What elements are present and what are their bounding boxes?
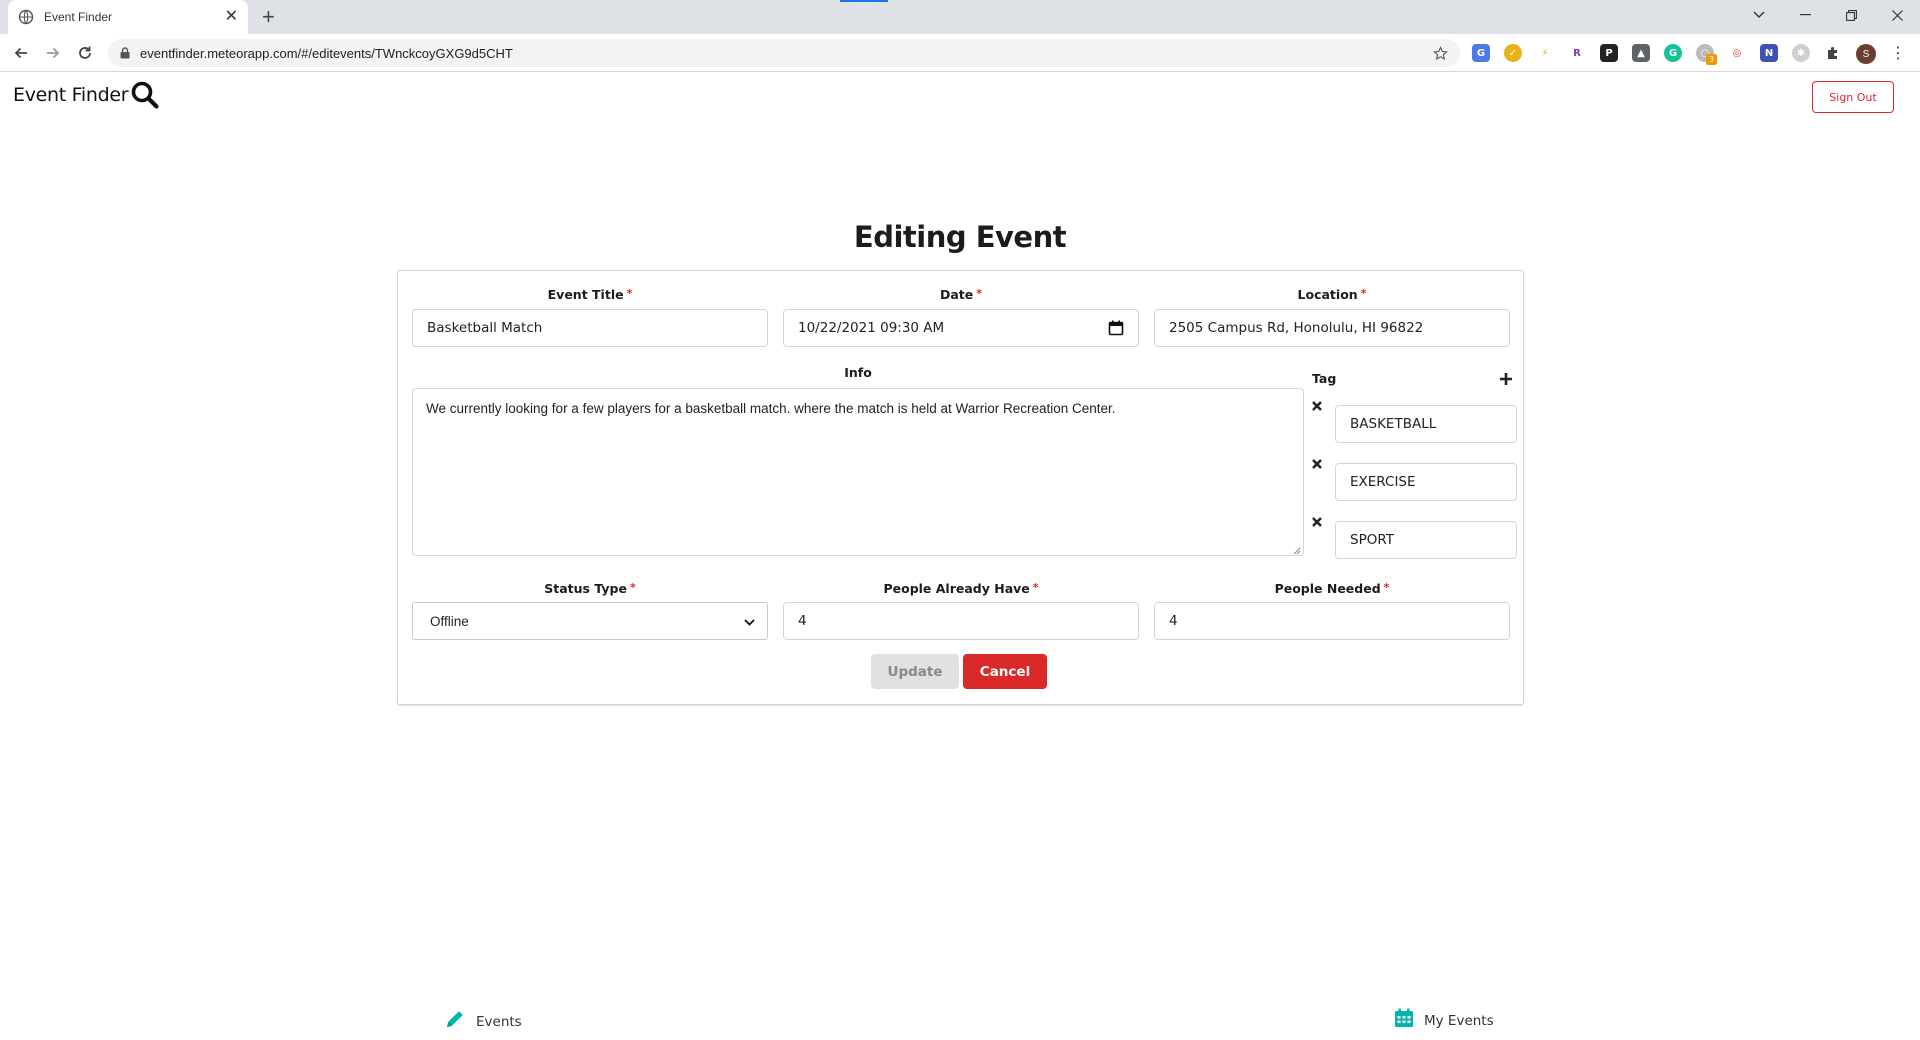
star-icon[interactable] (1433, 45, 1448, 61)
globe-icon (18, 9, 34, 25)
profile-avatar[interactable]: S (1856, 44, 1876, 64)
tab-title: Event Finder (44, 10, 113, 24)
tab-search-chevron-down-icon[interactable] (1736, 0, 1782, 30)
browser-menu-icon[interactable]: ⋮ (1890, 42, 1906, 64)
remove-tag-times-icon[interactable] (1311, 458, 1323, 470)
forward-icon[interactable] (42, 42, 64, 64)
extension-badge: 3 (1706, 54, 1717, 65)
info-label: Info (844, 365, 872, 380)
close-window-button[interactable] (1874, 0, 1920, 30)
back-icon[interactable] (10, 42, 32, 64)
add-tag-plus-icon[interactable] (1499, 372, 1513, 386)
search-icon (130, 80, 160, 110)
status-type-label: Status Type * (412, 581, 768, 596)
disabled-extension-icon[interactable]: ✱ (1792, 44, 1810, 62)
n-extension-icon[interactable]: N (1760, 44, 1778, 62)
required-mark: * (626, 287, 633, 300)
people-already-have-value: 4 (798, 613, 807, 629)
remove-tag-times-icon[interactable] (1311, 516, 1323, 528)
footer-events-label: Events (476, 1013, 522, 1030)
url-text: eventfinder.meteorapp.com/#/editevents/T… (140, 45, 513, 61)
calendar-icon[interactable] (1108, 320, 1124, 336)
tag-value: SPORT (1350, 532, 1394, 548)
address-bar[interactable]: eventfinder.meteorapp.com/#/editevents/T… (108, 39, 1460, 67)
tag-input[interactable]: SPORT (1335, 521, 1517, 559)
footer-my-events-label: My Events (1424, 1012, 1494, 1029)
translate-extension-icon[interactable]: G (1472, 44, 1490, 62)
tag-value: BASKETBALL (1350, 416, 1437, 432)
status-type-label-text: Status Type (544, 581, 627, 596)
event-title-label-text: Event Title (547, 287, 624, 302)
remove-tag-times-icon[interactable] (1311, 400, 1323, 412)
r-extension-icon[interactable]: R (1568, 44, 1586, 62)
info-value: We currently looking for a few players f… (426, 401, 1116, 416)
date-label: Date * (783, 287, 1139, 302)
calendar-alt-icon (1394, 1008, 1414, 1033)
people-already-have-input[interactable]: 4 (783, 602, 1139, 640)
reload-icon[interactable] (74, 42, 96, 64)
required-mark: * (629, 581, 636, 594)
browser-tab-active[interactable]: Event Finder ✕ (8, 0, 248, 34)
cancel-button[interactable]: Cancel (963, 654, 1047, 689)
browser-toolbar: eventfinder.meteorapp.com/#/editevents/T… (0, 34, 1920, 72)
info-textarea[interactable]: We currently looking for a few players f… (412, 388, 1304, 556)
required-mark: * (1383, 581, 1390, 594)
people-needed-label-text: People Needed (1274, 581, 1381, 596)
tag-value: EXERCISE (1350, 474, 1416, 490)
date-value: 10/22/2021 09:30 AM (798, 320, 945, 336)
checkmark-extension-icon[interactable]: ✓ (1504, 44, 1522, 62)
location-label-text: Location (1297, 287, 1358, 302)
minimize-window-button[interactable] (1782, 0, 1828, 30)
puzzle-icon[interactable] (1824, 44, 1842, 62)
people-needed-label: People Needed * (1154, 581, 1510, 596)
people-needed-input[interactable]: 4 (1154, 602, 1510, 640)
grammarly-extension-icon[interactable]: G (1664, 44, 1682, 62)
resize-handle-icon[interactable] (1291, 543, 1301, 555)
date-input[interactable]: 10/22/2021 09:30 AM (783, 309, 1139, 347)
image-extension-icon[interactable]: ▲ (1632, 44, 1650, 62)
location-value: 2505 Campus Rd, Honolulu, HI 96822 (1169, 320, 1424, 336)
brand-name: Event Finder (13, 84, 129, 106)
pencil-icon (444, 1008, 466, 1035)
chevron-down-icon (744, 614, 755, 629)
people-needed-value: 4 (1169, 613, 1178, 629)
p-extension-icon[interactable]: P (1600, 44, 1618, 62)
edit-event-form: Event Title * Date * Location * Basketball … (397, 270, 1524, 705)
sign-out-button[interactable]: Sign Out (1812, 81, 1894, 113)
update-button[interactable]: Update (871, 654, 959, 689)
people-already-have-label-text: People Already Have (883, 581, 1030, 596)
event-title-label: Event Title * (412, 287, 768, 302)
required-mark: * (1032, 581, 1039, 594)
close-icon[interactable]: ✕ (225, 9, 238, 25)
event-title-input[interactable]: Basketball Match (412, 309, 768, 347)
location-label: Location * (1154, 287, 1510, 302)
people-already-have-label: People Already Have * (783, 581, 1139, 596)
page-title: Editing Event (853, 220, 1067, 254)
location-input[interactable]: 2505 Campus Rd, Honolulu, HI 96822 (1154, 309, 1510, 347)
footer-events-link[interactable]: Events (444, 1008, 522, 1035)
new-tab-button[interactable]: + (262, 6, 275, 28)
browser-tab-strip: Event Finder ✕ + (0, 0, 1920, 34)
status-type-select[interactable]: Offline (412, 602, 768, 640)
status-type-value: Offline (430, 613, 469, 629)
required-mark: * (1360, 287, 1367, 300)
tag-input[interactable]: EXERCISE (1335, 463, 1517, 501)
brand-link[interactable]: Event Finder (13, 80, 160, 110)
restore-window-button[interactable] (1828, 0, 1874, 30)
capture-extension-icon[interactable]: ◎ (1728, 44, 1746, 62)
lightning-extension-icon[interactable]: ⚡ (1536, 44, 1554, 62)
tag-input[interactable]: BASKETBALL (1335, 405, 1517, 443)
date-label-text: Date (939, 287, 974, 302)
event-title-value: Basketball Match (427, 320, 543, 336)
tag-label: Tag (1312, 371, 1337, 386)
loading-indicator (840, 0, 888, 2)
footer-my-events-link[interactable]: My Events (1394, 1008, 1494, 1033)
required-mark: * (976, 287, 983, 300)
lock-icon (120, 47, 130, 59)
